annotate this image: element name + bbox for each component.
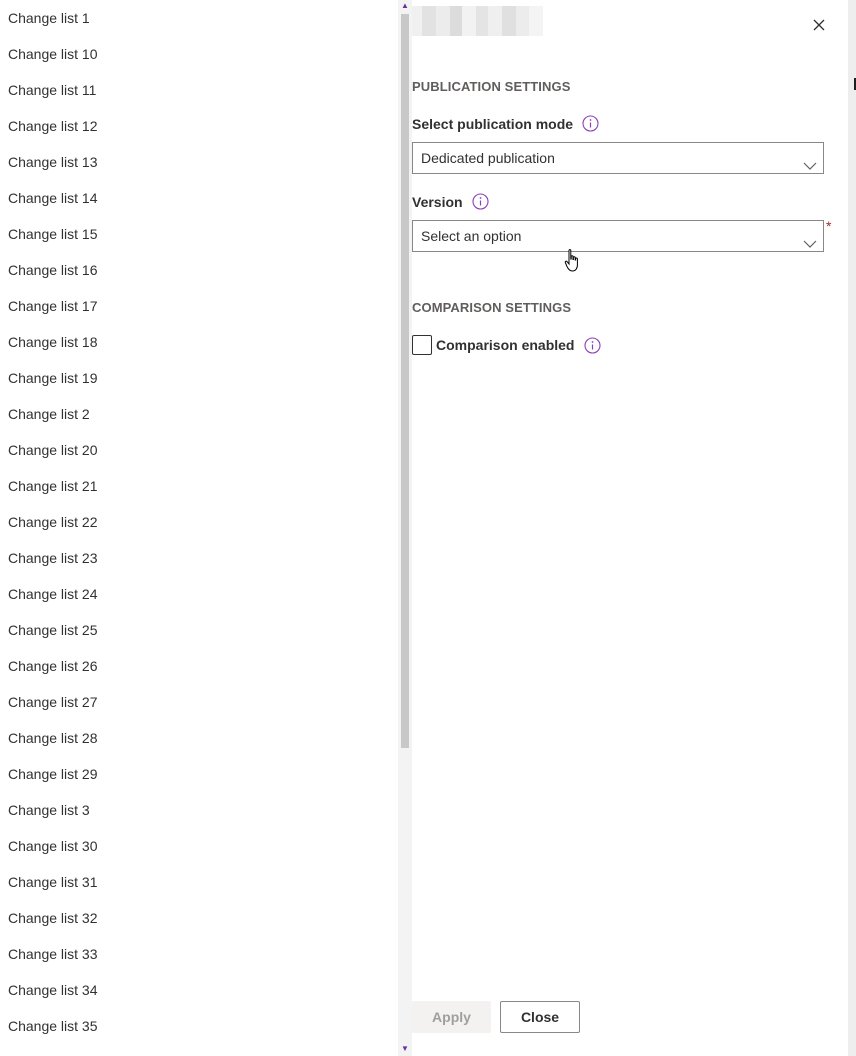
change-list-option[interactable]: Change list 1 [0,0,398,36]
change-list-option[interactable]: Change list 11 [0,72,398,108]
change-list-option[interactable]: Change list 24 [0,576,398,612]
comparison-settings-heading: COMPARISON SETTINGS [412,300,572,315]
change-list-option[interactable]: Change list 32 [0,900,398,936]
blurred-logo [412,6,543,36]
change-list-option[interactable]: Change list 18 [0,324,398,360]
change-list-option[interactable]: Change list 34 [0,972,398,1008]
hand-pointer-cursor-icon [564,248,582,274]
background-window-edge [848,0,856,1056]
change-list-option[interactable]: Change list 10 [0,36,398,72]
scroll-thumb[interactable] [401,14,409,748]
info-circle-icon[interactable] [582,115,599,132]
change-list-option[interactable]: Change list 25 [0,612,398,648]
comparison-enabled-label[interactable]: Comparison enabled [436,337,574,353]
change-list-option[interactable]: Change list 12 [0,108,398,144]
publication-settings-heading: PUBLICATION SETTINGS [412,79,571,94]
chevron-down-icon [803,230,817,248]
required-indicator: * [826,218,832,234]
change-list-option[interactable]: Change list 16 [0,252,398,288]
change-list-option[interactable]: Change list 36 [0,1044,398,1056]
comparison-enabled-row: Comparison enabled [412,335,602,355]
change-list-option[interactable]: Change list 23 [0,540,398,576]
change-list-option[interactable]: Change list 13 [0,144,398,180]
publication-mode-value: Dedicated publication [421,150,555,166]
publication-mode-label-text: Select publication mode [412,115,574,132]
scroll-down-arrow-icon[interactable]: ▼ [400,1044,410,1054]
publication-settings-panel: PUBLICATION SETTINGS Select publication … [412,0,848,1056]
change-list-option[interactable]: Change list 30 [0,828,398,864]
change-list-option[interactable]: Change list 28 [0,720,398,756]
change-list-option[interactable]: Change list 14 [0,180,398,216]
publication-mode-select[interactable]: Dedicated publication [412,142,824,174]
change-list-option[interactable]: Change list 2 [0,396,398,432]
info-circle-icon[interactable] [584,336,602,354]
version-label-text: Version [412,193,463,210]
close-icon[interactable] [808,14,830,36]
close-button[interactable]: Close [500,1001,580,1033]
change-list-option[interactable]: Change list 33 [0,936,398,972]
change-list-option[interactable]: Change list 22 [0,504,398,540]
change-list-option[interactable]: Change list 21 [0,468,398,504]
change-list-dropdown: Change list 1 Change list 10 Change list 1… [0,0,412,1056]
change-list-option[interactable]: Change list 27 [0,684,398,720]
info-circle-icon[interactable] [472,193,489,210]
change-list-option[interactable]: Change list 31 [0,864,398,900]
change-list-option[interactable]: Change list 35 [0,1008,398,1044]
change-list-option[interactable]: Change list 19 [0,360,398,396]
version-label: Version [412,193,489,210]
change-list-option[interactable]: Change list 15 [0,216,398,252]
comparison-enabled-checkbox[interactable] [412,335,432,355]
publication-mode-label: Select publication mode [412,115,599,132]
change-list-option[interactable]: Change list 3 [0,792,398,828]
apply-button[interactable]: Apply [412,1001,491,1033]
version-placeholder: Select an option [421,228,522,244]
change-list-option[interactable]: Change list 20 [0,432,398,468]
chevron-down-icon [803,152,817,170]
change-list-option[interactable]: Change list 29 [0,756,398,792]
version-select[interactable]: Select an option [412,220,824,252]
list-scrollbar[interactable]: ▲ ▼ [398,0,412,1056]
change-list-option[interactable]: Change list 17 [0,288,398,324]
change-list-items: Change list 1 Change list 10 Change list 1… [0,0,398,1056]
change-list-option[interactable]: Change list 26 [0,648,398,684]
scroll-up-arrow-icon[interactable]: ▲ [400,1,410,11]
